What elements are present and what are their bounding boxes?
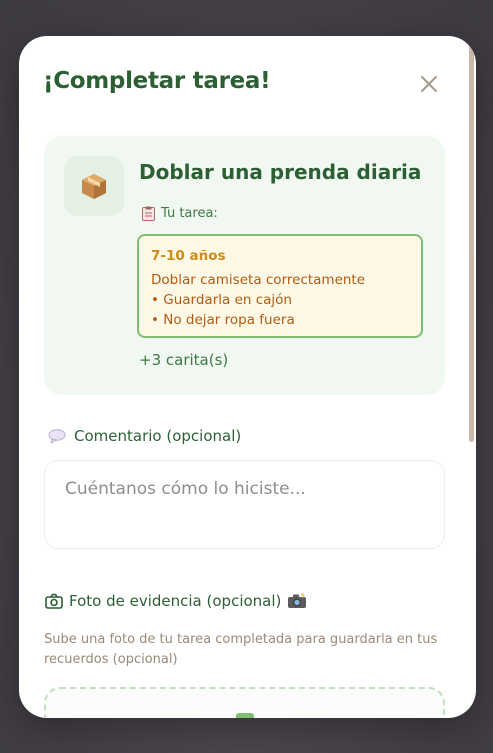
reward-text: +3 carita(s) <box>139 351 229 369</box>
photo-label: Foto de evidencia (opcional) <box>45 592 307 610</box>
task-instructions-heading: Tu tarea: <box>142 206 218 221</box>
task-title: Doblar una prenda diaria <box>139 160 422 184</box>
age-group-label: 7-10 años <box>151 248 226 264</box>
modal-header: ¡Completar tarea! <box>43 68 437 100</box>
task-instructions-label: Tu tarea: <box>161 206 218 221</box>
scrollbar[interactable] <box>464 36 476 718</box>
close-icon <box>421 76 437 92</box>
comment-label: Comentario (opcional) <box>48 427 241 445</box>
camera-icon <box>45 593 63 609</box>
modal-title: ¡Completar tarea! <box>43 68 271 94</box>
age-group-instructions: 7-10 años Doblar camiseta correctamente … <box>137 234 423 338</box>
task-icon-container <box>64 156 124 216</box>
task-card: Doblar una prenda diaria Tu tarea: 7-10 … <box>44 136 445 395</box>
comment-label-text: Comentario (opcional) <box>74 427 242 445</box>
package-icon <box>82 174 106 199</box>
instruction-line: • Guardarla en cajón <box>151 292 292 308</box>
photo-label-text: Foto de evidencia (opcional) <box>69 592 282 610</box>
complete-task-modal: ¡Completar tarea! Doblar una prenda diar… <box>19 36 476 718</box>
photo-hint: Sube una foto de tu tarea completada par… <box>44 632 438 667</box>
close-button[interactable] <box>416 71 442 97</box>
speech-bubble-icon <box>48 429 66 443</box>
instruction-line: • No dejar ropa fuera <box>151 312 295 328</box>
upload-icon <box>236 713 254 718</box>
clipboard-icon <box>142 206 155 221</box>
camera-flash-icon <box>288 593 307 608</box>
scrollbar-thumb[interactable] <box>469 42 474 442</box>
instruction-line: Doblar camiseta correctamente <box>151 272 366 288</box>
photo-upload-dropzone[interactable] <box>44 687 445 718</box>
comment-input[interactable] <box>44 460 445 549</box>
